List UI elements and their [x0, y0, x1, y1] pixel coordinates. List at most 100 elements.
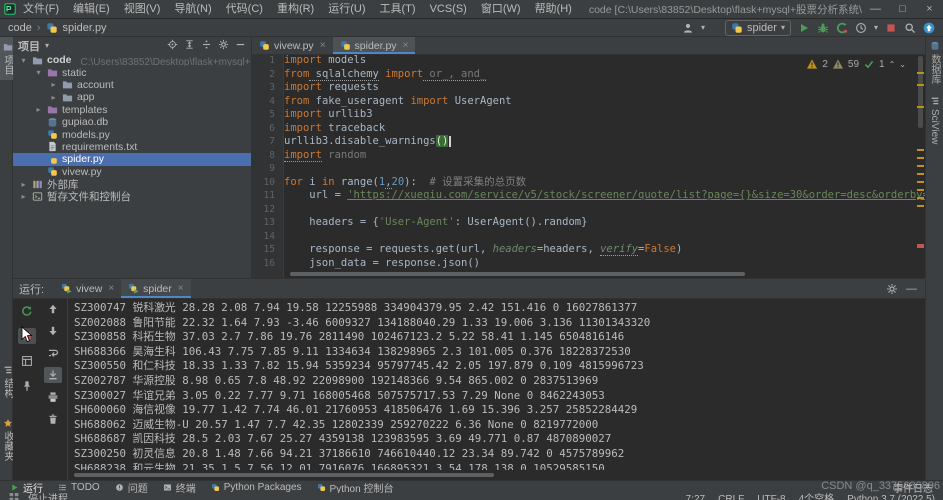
- close-tab-icon[interactable]: ×: [108, 283, 114, 294]
- prev-warning-icon[interactable]: ⌃: [889, 60, 896, 69]
- stop-button[interactable]: [17, 328, 36, 344]
- indent-setting[interactable]: 4个空格: [799, 493, 835, 500]
- tree-chevron-icon[interactable]: ▸: [49, 80, 58, 89]
- menu-item[interactable]: 代码(C): [219, 0, 270, 19]
- line-ending[interactable]: CRLF: [718, 493, 744, 500]
- tree-item-account[interactable]: ▸ account: [13, 79, 251, 91]
- tool-strip-tab-数据库[interactable]: 数据库: [927, 41, 942, 84]
- menu-item[interactable]: 编辑(E): [66, 0, 117, 19]
- code-token: import: [284, 148, 322, 162]
- folder-purple-icon: [47, 67, 58, 78]
- editor-error-stripe[interactable]: [915, 54, 925, 278]
- console-settings-icon[interactable]: [886, 283, 898, 295]
- restore-layout-button[interactable]: [18, 353, 36, 369]
- collapse-all-button[interactable]: [184, 39, 195, 53]
- run-button[interactable]: [798, 22, 810, 34]
- breadcrumb-file[interactable]: spider.py: [63, 22, 107, 34]
- expand-all-button[interactable]: [201, 39, 212, 53]
- hide-button[interactable]: [235, 39, 246, 53]
- search-everywhere-button[interactable]: [904, 22, 916, 34]
- settings-button[interactable]: [218, 39, 229, 53]
- tree-chevron-icon[interactable]: ▾: [19, 56, 28, 65]
- tree-chevron-icon[interactable]: ▸: [19, 180, 28, 189]
- encoding[interactable]: UTF-8: [757, 493, 785, 500]
- tool-strip-tab-SciView[interactable]: SciView: [929, 96, 940, 144]
- tree-item-models.py[interactable]: models.py: [13, 128, 251, 141]
- update-notification-icon[interactable]: [923, 22, 935, 34]
- console-tab-spider[interactable]: spider ×: [121, 279, 191, 298]
- tool-window-switcher-icon[interactable]: [8, 493, 20, 500]
- tree-chevron-icon[interactable]: ▾: [34, 68, 43, 77]
- locate-button[interactable]: [167, 39, 178, 53]
- rerun-button[interactable]: [18, 303, 36, 319]
- project-panel-header: 项目 ▾: [13, 37, 251, 54]
- arrow-down-button[interactable]: [44, 323, 62, 339]
- menu-item[interactable]: 文件(F): [16, 0, 66, 19]
- menu-item[interactable]: 窗口(W): [474, 0, 528, 19]
- softwrap-button[interactable]: [44, 345, 62, 361]
- line-number: 10: [263, 176, 275, 188]
- caret-position[interactable]: 7:27: [686, 493, 705, 500]
- code-text: urllib3.disable_warnings(): [284, 135, 451, 149]
- tree-chevron-icon[interactable]: ▸: [34, 105, 43, 114]
- editor-hscrollbar[interactable]: [290, 272, 745, 276]
- maximize-button[interactable]: □: [889, 0, 916, 19]
- user-icon[interactable]: [682, 22, 694, 34]
- close-tab-icon[interactable]: ×: [178, 283, 184, 294]
- console-output-line: SH600060 海信视像 19.77 1.42 7.74 46.01 2176…: [74, 403, 638, 417]
- menu-item[interactable]: 导航(N): [167, 0, 218, 19]
- line-number: 3: [269, 82, 275, 93]
- breadcrumb-code[interactable]: code: [8, 22, 32, 34]
- pin-button[interactable]: [18, 378, 36, 394]
- stop-button[interactable]: [885, 22, 897, 34]
- tree-item-static[interactable]: ▾ static: [13, 66, 251, 79]
- editor-tab-vivew.py[interactable]: vivew.py ×: [252, 37, 333, 54]
- profiler-button[interactable]: [855, 22, 867, 34]
- print-button[interactable]: [44, 389, 62, 405]
- tree-item-templates[interactable]: ▸ templates: [13, 104, 251, 116]
- tree-item-code[interactable]: ▾ code C:\Users\83852\Desktop\flask+mysql+…: [13, 54, 251, 66]
- close-tab-icon[interactable]: ×: [320, 40, 326, 51]
- hide-tool-window-icon[interactable]: —: [906, 283, 917, 295]
- structure-icon: [3, 365, 13, 375]
- trash-button[interactable]: [44, 411, 62, 427]
- next-warning-icon[interactable]: ⌄: [899, 60, 906, 69]
- minimize-button[interactable]: —: [862, 0, 889, 19]
- code-token: import: [378, 67, 424, 80]
- tree-item-spider.py[interactable]: spider.py: [13, 153, 251, 166]
- tree-item-gupiao.db[interactable]: gupiao.db: [13, 116, 251, 128]
- close-button[interactable]: ×: [916, 0, 943, 19]
- inspections-widget[interactable]: 2 59 1 ⌃ ⌄: [803, 57, 909, 71]
- tree-item-app[interactable]: ▸ app: [13, 91, 251, 103]
- menu-item[interactable]: 运行(U): [321, 0, 372, 19]
- scrollend-icon: [47, 369, 59, 381]
- code-line: 12: [252, 203, 925, 217]
- menu-item[interactable]: 重构(R): [270, 0, 321, 19]
- coverage-button[interactable]: [836, 22, 848, 34]
- tree-item-暂存文件和控制台[interactable]: ▸ 暂存文件和控制台: [13, 190, 251, 203]
- interpreter[interactable]: Python 3.7 (2022.5): [847, 493, 935, 500]
- tree-chevron-icon[interactable]: ▸: [19, 192, 28, 201]
- console-tab-vivew[interactable]: vivew ×: [54, 279, 121, 298]
- tree-item-requirements.txt[interactable]: requirements.txt: [13, 141, 251, 153]
- editor-tab-spider.py[interactable]: spider.py ×: [332, 37, 416, 54]
- menu-item[interactable]: 视图(V): [117, 0, 168, 19]
- close-tab-icon[interactable]: ×: [403, 40, 409, 51]
- error-stripe-mark: [917, 244, 924, 248]
- tree-item-vivew.py[interactable]: vivew.py: [13, 166, 251, 178]
- console-output-line: SZ300550 和仁科技 18.33 1.33 7.82 15.94 5359…: [74, 359, 644, 373]
- tree-chevron-icon[interactable]: ▸: [49, 93, 58, 102]
- scrollend-button[interactable]: [43, 367, 62, 383]
- tree-item-外部库[interactable]: ▸ 外部库: [13, 178, 251, 191]
- console-hscrollbar[interactable]: [74, 473, 494, 477]
- menu-item[interactable]: VCS(S): [423, 0, 474, 19]
- project-panel-title[interactable]: 项目: [18, 38, 40, 54]
- menu-item[interactable]: 帮助(H): [528, 0, 579, 19]
- debug-button[interactable]: [817, 22, 829, 34]
- console-output[interactable]: SZ300747 锐科激光 28.28 2.08 7.94 19.58 1225…: [74, 301, 921, 470]
- arrow-up-button[interactable]: [44, 301, 62, 317]
- editor-body[interactable]: 1 import models 2 from sqlalchemy import or…: [252, 54, 925, 278]
- run-config-selector[interactable]: spider ▾: [725, 19, 791, 36]
- folder-icon: [3, 42, 13, 52]
- menu-item[interactable]: 工具(T): [373, 0, 423, 19]
